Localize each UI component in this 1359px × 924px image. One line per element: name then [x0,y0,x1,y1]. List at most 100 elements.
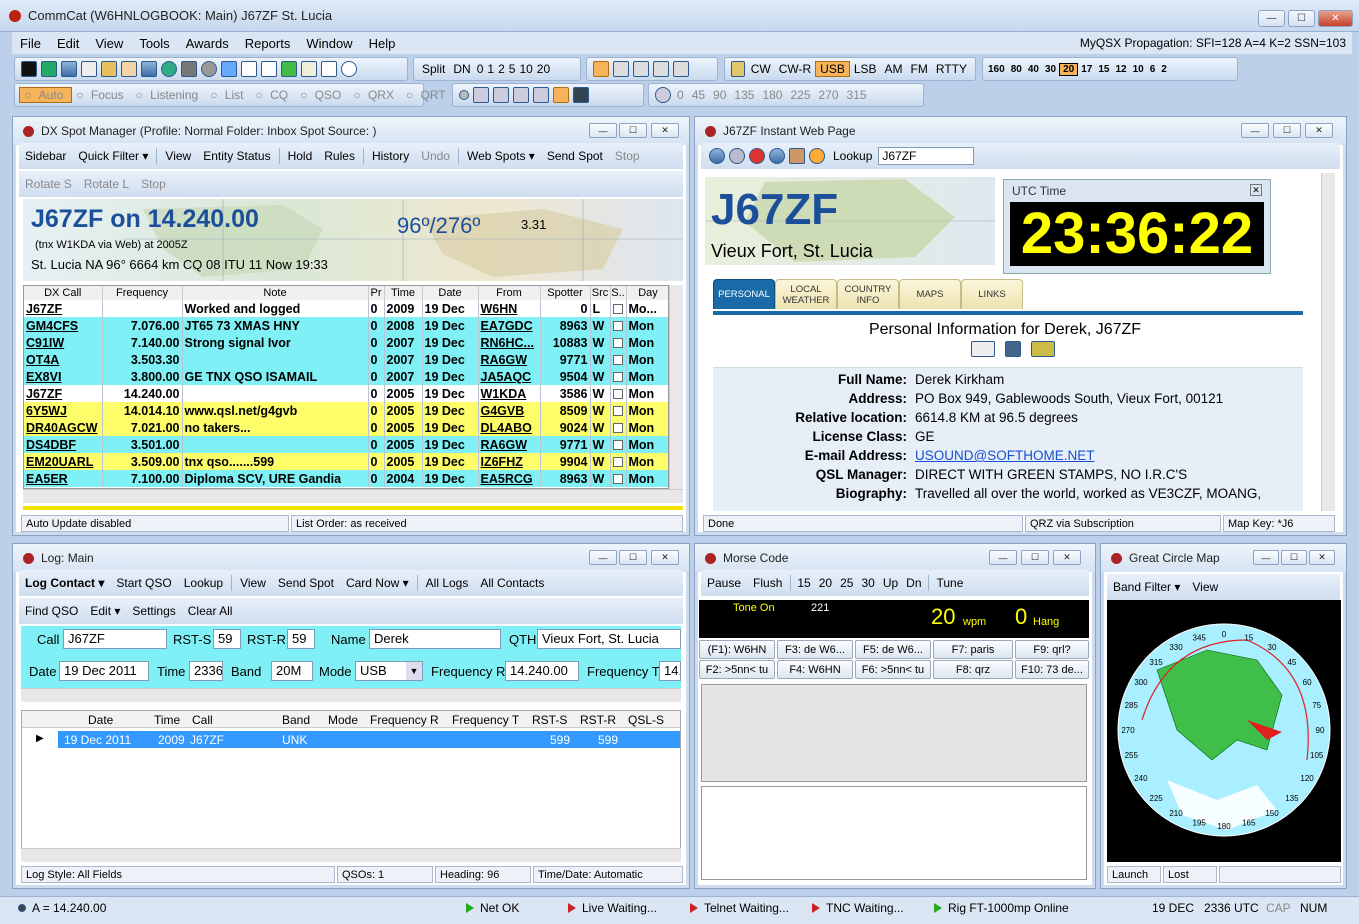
morse-maximize-button[interactable]: ☐ [1021,550,1049,565]
clock-icon[interactable] [341,61,357,77]
spot-from[interactable]: EA5RCG [478,470,541,487]
camera-icon[interactable] [1005,341,1021,357]
col-day[interactable]: Day [626,286,668,300]
time-field[interactable]: 2336 [189,661,223,681]
rotator-icon[interactable] [573,87,589,103]
stop-square-icon[interactable] [553,87,569,103]
morse-key-f3[interactable]: F3: de W6... [777,640,853,659]
spot-from[interactable]: RN6HC... [478,334,541,351]
web-minimize-button[interactable]: — [1241,123,1269,138]
log-col-mode[interactable]: Mode [328,713,358,727]
dx-menu-rules[interactable]: Rules [318,149,361,163]
home-icon[interactable] [789,148,805,164]
heading-135-button[interactable]: 135 [730,88,758,102]
satellite-icon[interactable] [181,61,197,77]
dx-menu-history[interactable]: History [366,149,415,163]
mode-lsb-button[interactable]: LSB [850,62,881,76]
gcm-canvas[interactable]: 345 330 315 300 285 270 255 240 225 210 195 180 165 1… [1107,600,1341,862]
lookup-input[interactable]: J67ZF [878,147,975,165]
call-field[interactable]: J67ZF [63,629,167,649]
hand-icon[interactable] [121,61,137,77]
heading-315-button[interactable]: 315 [843,88,871,102]
skip-icon[interactable] [533,87,549,103]
qsl-card-icon[interactable] [971,341,995,357]
book-icon[interactable] [141,61,157,77]
tab-links[interactable]: LINKS [961,279,1023,309]
web-maximize-button[interactable]: ☐ [1273,123,1301,138]
wave-icon[interactable] [473,87,489,103]
rotate-long-button[interactable]: Rotate L [78,177,135,191]
gcm-close-button[interactable]: ✕ [1309,550,1335,565]
web-scrollbar[interactable] [1321,173,1335,511]
mode-usb-button[interactable]: USB [815,61,850,77]
back-icon[interactable] [709,148,725,164]
dx-menu-quick-filter[interactable]: Quick Filter ▾ [72,149,154,163]
refresh-icon[interactable] [769,148,785,164]
spot-from[interactable]: RA6GW [478,436,541,453]
moon-icon[interactable] [201,61,217,77]
dx-menu-view[interactable]: View [159,149,197,163]
morse-send-area[interactable] [701,786,1087,880]
vfo-c-icon[interactable] [633,61,649,77]
heading-180-button[interactable]: 180 [758,88,786,102]
menu-edit[interactable]: Edit [49,36,87,51]
spot-row[interactable]: EA5ER 7.100.00 Diploma SCV, URE Gandia 0 200… [24,470,668,487]
log-col-rst-s[interactable]: RST-S [532,713,567,727]
band-10-button[interactable]: 10 [1130,64,1147,75]
log-minimize-button[interactable]: — [589,550,617,565]
morse-key-f2[interactable]: F2: >5nn< tu [699,660,775,679]
morse-key-f7[interactable]: F7: paris [933,640,1013,659]
heading-225-button[interactable]: 225 [786,88,814,102]
vfo-d-icon[interactable] [653,61,669,77]
log-col-date[interactable]: Date [88,713,113,727]
spot-checkbox[interactable] [612,304,623,315]
spot-checkbox[interactable] [612,457,623,468]
mode-fm-button[interactable]: FM [907,62,932,76]
heading-0-button[interactable]: 0 [673,88,688,102]
band-40-button[interactable]: 40 [1025,64,1042,75]
tune-button[interactable]: Tune [931,576,970,590]
band-80-button[interactable]: 80 [1008,64,1025,75]
spot-row[interactable]: EM20UARL 3.509.00 tnx qso.......599 0 2005 19… [24,453,668,470]
state-qrx-button[interactable]: ○ QRX [349,88,402,102]
spot-row[interactable]: DR40AGCW 7.021.00 no takers... 0 2005 19 Dec D… [24,419,668,436]
log-col-frequency-t[interactable]: Frequency T [452,713,519,727]
log-settings-button[interactable]: Settings [126,604,181,618]
qth-field[interactable]: Vieux Fort, St. Lucia [537,629,681,649]
spot-call[interactable]: OT4A [24,351,103,368]
state-listening-button[interactable]: ○ Listening [132,88,207,102]
spot-call[interactable]: EA5ER [24,470,103,487]
dx-menu-undo[interactable]: Undo [415,149,456,163]
step-1-button[interactable]: 1 [485,62,496,76]
spot-from[interactable]: DL4ABO [478,419,541,436]
vfo-a-icon[interactable] [593,61,609,77]
spot-row[interactable]: C91IW 7.140.00 Strong signal Ivor 0 2007 19 D… [24,334,668,351]
dn-button[interactable]: DN [449,62,474,76]
frequency-t-field[interactable]: 14.2 [659,661,681,681]
dx-menu-send-spot[interactable]: Send Spot [541,149,609,163]
name-field[interactable]: Derek [369,629,501,649]
col-dx-call[interactable]: DX Call [24,286,103,300]
maximize-button[interactable]: ☐ [1288,10,1315,27]
spot-row[interactable]: GM4CFS 7.076.00 JT65 73 XMAS HNY 0 2008 19 De… [24,317,668,334]
band-160-button[interactable]: 160 [985,64,1008,75]
spot-checkbox[interactable] [612,440,623,451]
morse-close-button[interactable]: ✕ [1053,550,1081,565]
morse-key-f6[interactable]: F6: >5nn< tu [855,660,931,679]
menu-view[interactable]: View [87,36,131,51]
split-button[interactable]: Split [418,62,449,76]
spot-row[interactable]: EX8VI 3.800.00 GE TNX QSO ISAMAIL 0 2007 19 D… [24,368,668,385]
state-list-button[interactable]: ○ List [206,88,251,102]
log-edit-menu[interactable]: Edit ▾ [84,604,126,618]
card-now-menu[interactable]: Card Now ▾ [340,576,415,590]
dx-close-button[interactable]: ✕ [651,123,679,138]
morse-key-f9[interactable]: F9: qrl? [1015,640,1089,659]
state-qso-button[interactable]: ○ QSO [296,88,349,102]
record-icon[interactable] [459,90,469,100]
step-5-button[interactable]: 5 [507,62,518,76]
step-2-button[interactable]: 2 [496,62,507,76]
spot-from[interactable]: W1KDA [478,385,541,402]
gcm-view-menu[interactable]: View [1186,580,1224,594]
spot-call[interactable]: EX8VI [24,368,103,385]
log-row-selected[interactable]: 19 Dec 2011 2009 J67ZF UNK 599 599 [58,731,680,748]
